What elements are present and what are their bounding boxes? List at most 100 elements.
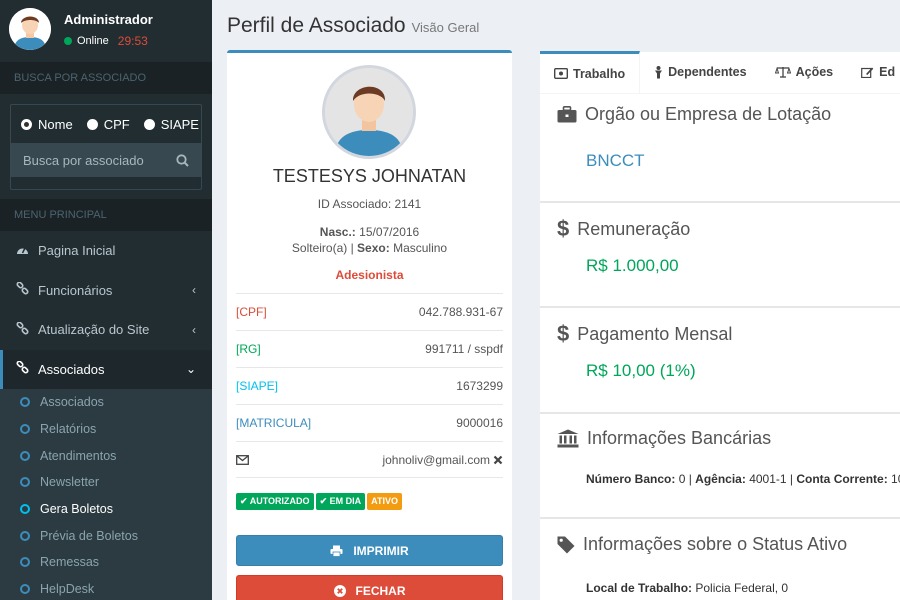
submenu-newsletter[interactable]: Newsletter [0,469,212,496]
submenu-previa-boletos[interactable]: Prévia de Boletos [0,522,212,549]
profile-card: TESTESYS JOHNATAN ID Associado: 2141 Nas… [227,50,512,600]
page-title: Perfil de Associado Visão Geral [227,14,479,38]
rg-label: [RG] [236,342,261,356]
submenu-helpdesk[interactable]: HelpDesk [0,576,212,600]
submenu-label: Relatórios [40,422,97,437]
edit-icon [861,67,874,78]
section-bancarias-title: Informações Bancárias [557,428,771,449]
tab-acoes[interactable]: Ações [761,51,848,93]
orgao-value: BNCCT [586,151,645,170]
submenu-relatorios[interactable]: Relatórios [0,416,212,443]
chevron-down-icon: ⌄ [185,362,196,377]
close-button[interactable]: FECHAR [236,575,503,600]
briefcase-icon [557,106,577,123]
profile-civil-sex: Solteiro(a) | Sexo: Masculino [227,241,512,255]
menu-label: Funcionários [38,282,113,298]
civil-status: Solteiro(a) | [291,241,354,255]
menu-associados[interactable]: Associados ⌄ [0,349,212,389]
submenu-remessas[interactable]: Remessas [0,549,212,576]
remove-email-icon[interactable] [493,455,503,465]
conta-label: Conta Corrente: [796,472,888,486]
section-orgao: Orgão ou Empresa de Lotação BNCCT [540,94,900,203]
info-row-siape: [SIAPE] 1673299 [236,367,503,404]
remuneracao-value: R$ 1.000,00 [586,256,679,275]
tab-label: Trabalho [573,66,626,81]
radio-icon[interactable] [143,118,155,130]
submenu-label: HelpDesk [40,582,95,597]
label-em-dia: ✔ EM DIA [315,493,366,510]
search-box: Nome CPF SIAPE Busca por associado [10,104,202,190]
menu-funcionarios[interactable]: Funcionários ‹ [0,271,212,311]
submenu-label: Remessas [40,555,100,570]
user-panel: Administrador Online 29:53 [0,0,212,62]
submenu-associados-item[interactable]: Associados [0,389,212,416]
section-status-title: Informações sobre o Status Ativo [557,534,847,555]
sidebar: Administrador Online 29:53 BUSCA POR ASS… [0,0,212,600]
search-area: Nome CPF SIAPE Busca por associado [0,94,212,199]
print-button[interactable]: IMPRIMIR [236,535,503,566]
menu-atualizacao-site[interactable]: Atualização do Site ‹ [0,310,212,350]
online-dot-icon [64,37,72,45]
id-card-icon [554,68,568,79]
radio-checked-icon[interactable] [21,118,32,130]
email-wrapper: johnoliv@gmail.com [382,453,503,467]
submenu-label: Associados [40,395,104,410]
sex-value: Masculino [393,241,448,255]
info-row-matricula: [MATRICULA] 9000016 [236,404,503,441]
tab-dependentes[interactable]: Dependentes [640,51,761,93]
menu-pagina-inicial[interactable]: Pagina Inicial [0,231,212,271]
submenu-label: Newsletter [40,475,100,490]
circle-icon [20,450,30,461]
search-placeholder: Busca por associado [23,152,144,168]
bank-details: Número Banco: 0 | Agência: 4001-1 | Cont… [586,472,900,486]
chevron-left-icon: ‹ [192,283,196,298]
local-value: Policia Federal, 0 [695,581,789,595]
link-icon [16,360,32,377]
session-timer: 29:53 [117,34,148,48]
tab-trabalho[interactable]: Trabalho [540,51,641,93]
submenu-label: Atendimentos [40,448,117,463]
tab-ed[interactable]: Ed [847,51,900,93]
user-avatar [9,8,51,50]
siape-label: [SIAPE] [236,379,279,393]
radio-nome[interactable]: Nome [21,117,73,132]
section-title-text: Pagamento Mensal [577,323,733,344]
radio-cpf[interactable]: CPF [86,116,130,132]
section-title-text: Orgão ou Empresa de Lotação [585,104,832,124]
search-icon[interactable] [176,153,189,167]
submenu-label: Prévia de Boletos [40,528,138,543]
radio-cpf-label: CPF [103,116,130,132]
matricula-value: 9000016 [456,416,503,430]
radio-nome-label: Nome [38,116,73,132]
radio-siape[interactable]: SIAPE [143,117,199,132]
rg-value: 991711 / sspdf [425,342,503,356]
page-subtitle: Visão Geral [411,20,480,35]
label-text: EM DIA [329,496,362,506]
search-header: BUSCA POR ASSOCIADO [0,62,212,94]
menu-header: MENU PRINCIPAL [0,199,212,231]
tab-bar: Trabalho Dependentes Ações Ed [540,51,900,94]
child-icon [655,65,663,78]
online-text: Online [77,35,109,47]
cpf-value: 042.788.931-67 [418,305,503,319]
birth-label: Nasc.: [319,225,356,239]
tab-label: Ed [879,65,896,79]
submenu-label: Gera Boletos [40,502,113,517]
sex-label: Sexo: [357,241,390,255]
label-autorizado: ✔ AUTORIZADO [236,493,314,510]
circle-icon [20,504,30,515]
profile-status: Adesionista [335,268,404,282]
user-status: Online 29:53 [64,34,148,48]
label-text: ATIVO [371,496,398,506]
print-button-label: IMPRIMIR [353,543,409,558]
submenu-gera-boletos[interactable]: Gera Boletos [0,496,212,523]
search-input[interactable]: Busca por associado [11,143,201,177]
label-ativo: ATIVO [367,493,402,510]
section-bancarias: Informações Bancárias Número Banco: 0 | … [540,415,900,519]
close-circle-icon [333,584,346,597]
profile-birth: Nasc.: 15/07/2016 [227,225,512,239]
matricula-label: [MATRICULA] [236,416,312,430]
submenu-atendimentos[interactable]: Atendimentos [0,442,212,469]
email-value: johnoliv@gmail.com [382,452,490,467]
radio-icon[interactable] [86,118,98,130]
